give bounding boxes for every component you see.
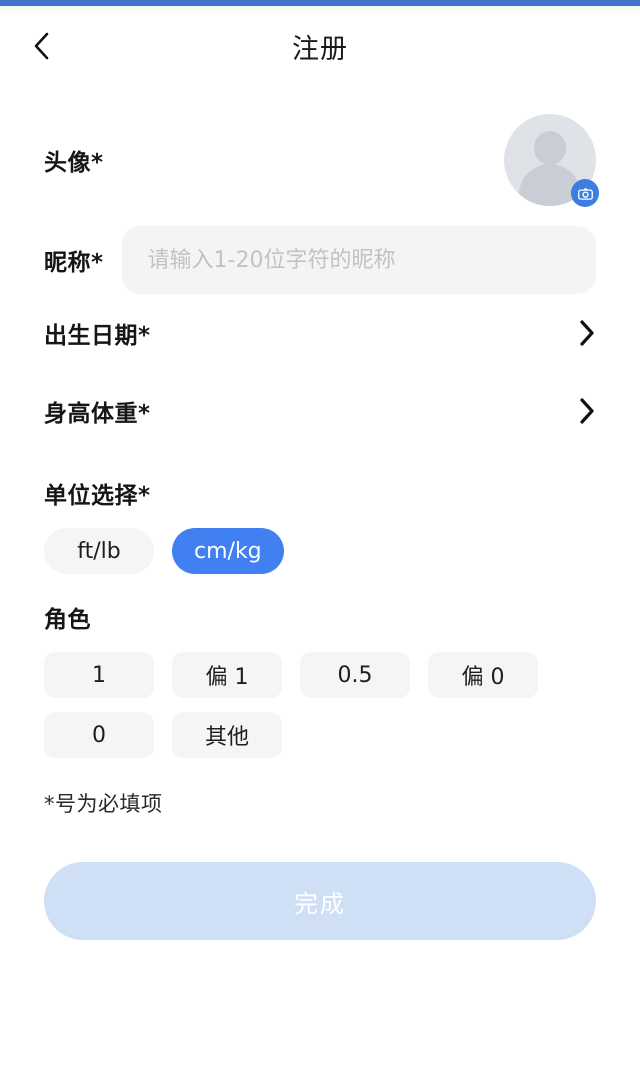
chevron-left-icon xyxy=(34,32,49,60)
role-options: 1 偏 1 0.5 偏 0 0 其他 xyxy=(44,652,596,758)
nickname-label: 昵称* xyxy=(44,250,104,276)
role-option-0[interactable]: 0 xyxy=(44,712,154,758)
avatar-label: 头像* xyxy=(44,150,104,176)
role-option-lean1[interactable]: 偏 1 xyxy=(172,652,282,698)
unit-option-ftlb[interactable]: ft/lb xyxy=(44,528,154,574)
page-header: 注册 xyxy=(0,14,640,78)
chevron-right-icon xyxy=(580,320,594,346)
submit-button[interactable]: 完成 xyxy=(44,862,596,940)
birthdate-row[interactable]: 出生日期* xyxy=(44,294,596,372)
height-weight-row[interactable]: 身高体重* xyxy=(44,372,596,450)
role-option-1[interactable]: 1 xyxy=(44,652,154,698)
page-title: 注册 xyxy=(292,33,348,65)
nickname-row: 昵称* xyxy=(44,226,596,294)
camera-badge-button[interactable] xyxy=(571,179,599,207)
role-option-half[interactable]: 0.5 xyxy=(300,652,410,698)
role-option-lean0[interactable]: 偏 0 xyxy=(428,652,538,698)
nickname-input[interactable] xyxy=(121,226,596,294)
chevron-right-icon xyxy=(580,398,594,424)
registration-form: 头像* 昵称* 出生日期* 身高体重* xyxy=(0,106,640,940)
back-button[interactable] xyxy=(18,23,64,69)
avatar-placeholder-body xyxy=(519,164,581,206)
status-bar xyxy=(0,0,640,14)
role-section: 角色 1 偏 1 0.5 偏 0 0 其他 xyxy=(44,600,596,758)
avatar-upload[interactable] xyxy=(504,114,599,207)
height-weight-label: 身高体重* xyxy=(44,401,151,427)
required-field-note: *号为必填项 xyxy=(44,792,163,816)
avatar-placeholder-head xyxy=(534,131,566,165)
avatar-row: 头像* xyxy=(44,106,599,214)
camera-icon xyxy=(577,187,593,200)
role-option-other[interactable]: 其他 xyxy=(172,712,282,758)
unit-option-cmkg[interactable]: cm/kg xyxy=(172,528,284,574)
birthdate-label: 出生日期* xyxy=(44,323,151,349)
status-bar-tint xyxy=(0,6,640,14)
unit-section: 单位选择* ft/lb cm/kg xyxy=(44,476,596,574)
unit-options: ft/lb cm/kg xyxy=(44,528,596,574)
role-section-label: 角色 xyxy=(44,607,91,633)
unit-section-label: 单位选择* xyxy=(44,483,151,509)
